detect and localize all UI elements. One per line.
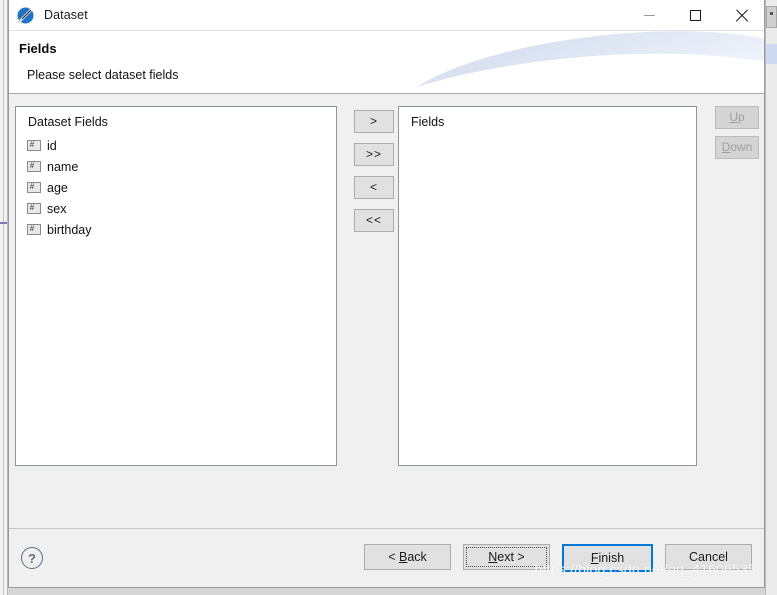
move-down-label-rest: own <box>730 140 753 154</box>
wizard-header: Fields Please select dataset fields <box>9 31 764 94</box>
transfer-button-group: > >> < << <box>354 110 394 232</box>
back-mnemonic: B <box>398 550 408 564</box>
dataset-fields-list[interactable]: Dataset Fields # id # name # age # sex # birthday <box>15 106 337 466</box>
move-left-button[interactable]: < <box>354 176 394 199</box>
cancel-button[interactable]: Cancel <box>665 544 752 570</box>
selected-fields-items <box>399 133 696 135</box>
dataset-fields-label: Dataset Fields <box>28 115 108 129</box>
window-title: Dataset <box>44 8 88 22</box>
dialog-footer: ? < Back Next > Finish Cancel <box>9 529 764 587</box>
list-item[interactable]: # sex <box>16 198 336 219</box>
dataset-field-label: id <box>47 138 57 153</box>
background-window-right-strip <box>765 0 777 595</box>
next-mnemonic: N <box>488 550 498 564</box>
minimize-button[interactable] <box>626 0 672 31</box>
help-icon[interactable]: ? <box>21 547 43 569</box>
next-button[interactable]: Next > <box>463 544 550 570</box>
field-type-icon: # <box>27 161 41 172</box>
background-tab-dot <box>770 12 773 15</box>
move-right-button[interactable]: > <box>354 110 394 133</box>
finish-mnemonic: F <box>590 551 599 565</box>
move-all-right-button[interactable]: >> <box>354 143 394 166</box>
move-up-button[interactable]: Up <box>715 106 759 129</box>
move-up-label-rest: p <box>737 110 745 124</box>
move-up-mnemonic: U <box>729 110 738 124</box>
dataset-icon <box>17 7 34 24</box>
dataset-field-label: name <box>47 159 79 174</box>
field-type-icon: # <box>27 182 41 193</box>
minimize-icon <box>643 14 655 16</box>
dataset-field-label: age <box>47 180 68 195</box>
reorder-button-group: Up Down <box>715 106 759 159</box>
selected-fields-label: Fields <box>411 115 445 129</box>
selected-fields-list[interactable]: Fields <box>398 106 697 466</box>
move-all-left-button[interactable]: << <box>354 209 394 232</box>
close-icon <box>735 9 748 22</box>
dataset-field-label: birthday <box>47 222 92 237</box>
dialog-body: Dataset Fields # id # name # age # sex # birthday… <box>9 94 764 587</box>
field-type-icon: # <box>27 140 41 151</box>
background-left-divider <box>3 0 4 595</box>
background-right-tab[interactable] <box>766 6 777 28</box>
dataset-fields-items: # id # name # age # sex # birthday <box>16 133 336 240</box>
list-item[interactable]: # age <box>16 177 336 198</box>
close-button[interactable] <box>718 0 764 31</box>
maximize-icon <box>689 9 701 21</box>
page-subtitle: Please select dataset fields <box>27 68 179 82</box>
list-item[interactable]: # name <box>16 156 336 177</box>
field-type-icon: # <box>27 224 41 235</box>
background-window-left-strip <box>0 0 8 595</box>
back-button[interactable]: < Back <box>364 544 451 570</box>
background-right-selection <box>766 44 777 64</box>
finish-button[interactable]: Finish <box>562 544 653 572</box>
list-item[interactable]: # birthday <box>16 219 336 240</box>
action-button-group: < Back Next > Finish Cancel <box>364 544 752 572</box>
maximize-button[interactable] <box>672 0 718 31</box>
page-title: Fields <box>19 41 57 56</box>
dataset-field-label: sex <box>47 201 67 216</box>
window-controls <box>626 0 764 31</box>
list-item[interactable]: # id <box>16 135 336 156</box>
title-bar[interactable]: Dataset <box>9 0 764 31</box>
dataset-dialog: Dataset Fields Please select dataset fie… <box>8 0 765 588</box>
move-down-button[interactable]: Down <box>715 136 759 159</box>
field-type-icon: # <box>27 203 41 214</box>
background-left-accent <box>0 222 7 224</box>
